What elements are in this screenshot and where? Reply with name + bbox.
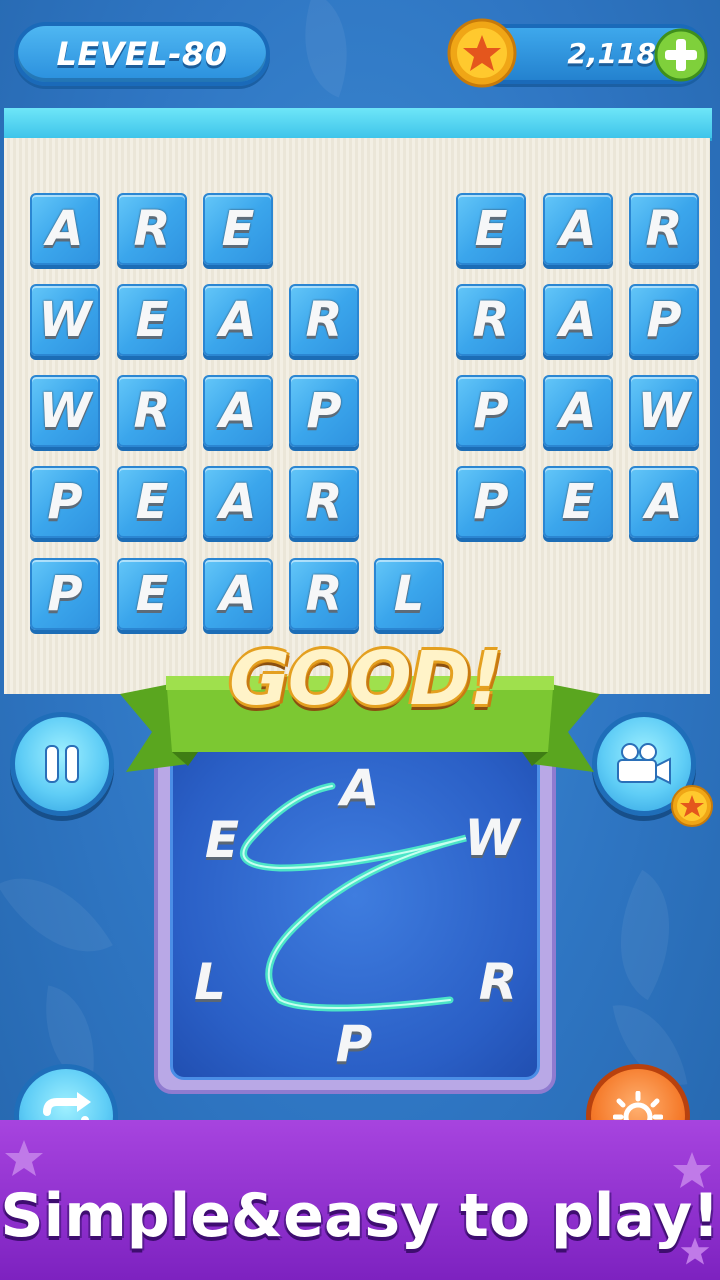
letter-tile: R: [456, 284, 526, 356]
letter-tile: R: [117, 375, 187, 447]
pause-button[interactable]: [10, 712, 114, 816]
letter-tile: P: [629, 284, 699, 356]
wheel-letter[interactable]: R: [468, 952, 528, 1012]
feedback-text: GOOD!: [229, 636, 503, 722]
letter-tile: R: [629, 193, 699, 265]
letter-tile: E: [203, 193, 273, 265]
background-leaf: [282, 0, 370, 98]
letter-tile: P: [30, 558, 100, 630]
letter-tile: R: [117, 193, 187, 265]
background-leaf: [0, 849, 113, 981]
letter-tile: A: [543, 375, 613, 447]
wheel-letter[interactable]: W: [462, 808, 522, 868]
letter-tile: L: [374, 558, 444, 630]
footer-tagline: Simple&easy to play!: [0, 1181, 720, 1251]
letter-tile: P: [289, 375, 359, 447]
letter-tile: E: [456, 193, 526, 265]
letter-tile: E: [117, 466, 187, 538]
pause-icon: [45, 745, 79, 783]
letter-tile: R: [289, 466, 359, 538]
level-label: LEVEL-80: [56, 35, 228, 73]
letter-tile: A: [543, 193, 613, 265]
letter-tile: A: [203, 375, 273, 447]
letter-tile: A: [203, 466, 273, 538]
letter-tile: W: [629, 375, 699, 447]
letter-tile: P: [456, 466, 526, 538]
letter-tile: P: [30, 466, 100, 538]
star-coin-icon: [671, 785, 713, 827]
letter-tile: R: [289, 558, 359, 630]
letter-tile: A: [629, 466, 699, 538]
background-leaf: [587, 869, 703, 1001]
wheel-letter[interactable]: P: [324, 1014, 384, 1074]
letter-tile: E: [117, 284, 187, 356]
letter-tile: P: [456, 375, 526, 447]
letter-tile: E: [117, 558, 187, 630]
letter-tile: W: [30, 284, 100, 356]
letter-tile: A: [543, 284, 613, 356]
video-camera-icon: [617, 743, 671, 785]
add-coins-button[interactable]: [654, 28, 708, 82]
wheel-letter[interactable]: L: [180, 952, 240, 1012]
letter-tile: A: [203, 558, 273, 630]
letter-tile: A: [30, 193, 100, 265]
letter-tile: A: [203, 284, 273, 356]
letter-tile: E: [543, 466, 613, 538]
letter-tile: W: [30, 375, 100, 447]
star-coin-icon: [447, 18, 517, 88]
coin-count: 2,118: [567, 37, 656, 70]
wheel-letter[interactable]: E: [192, 810, 252, 870]
letter-tile: R: [289, 284, 359, 356]
board-header: [4, 108, 712, 141]
level-indicator: LEVEL-80: [14, 22, 270, 86]
